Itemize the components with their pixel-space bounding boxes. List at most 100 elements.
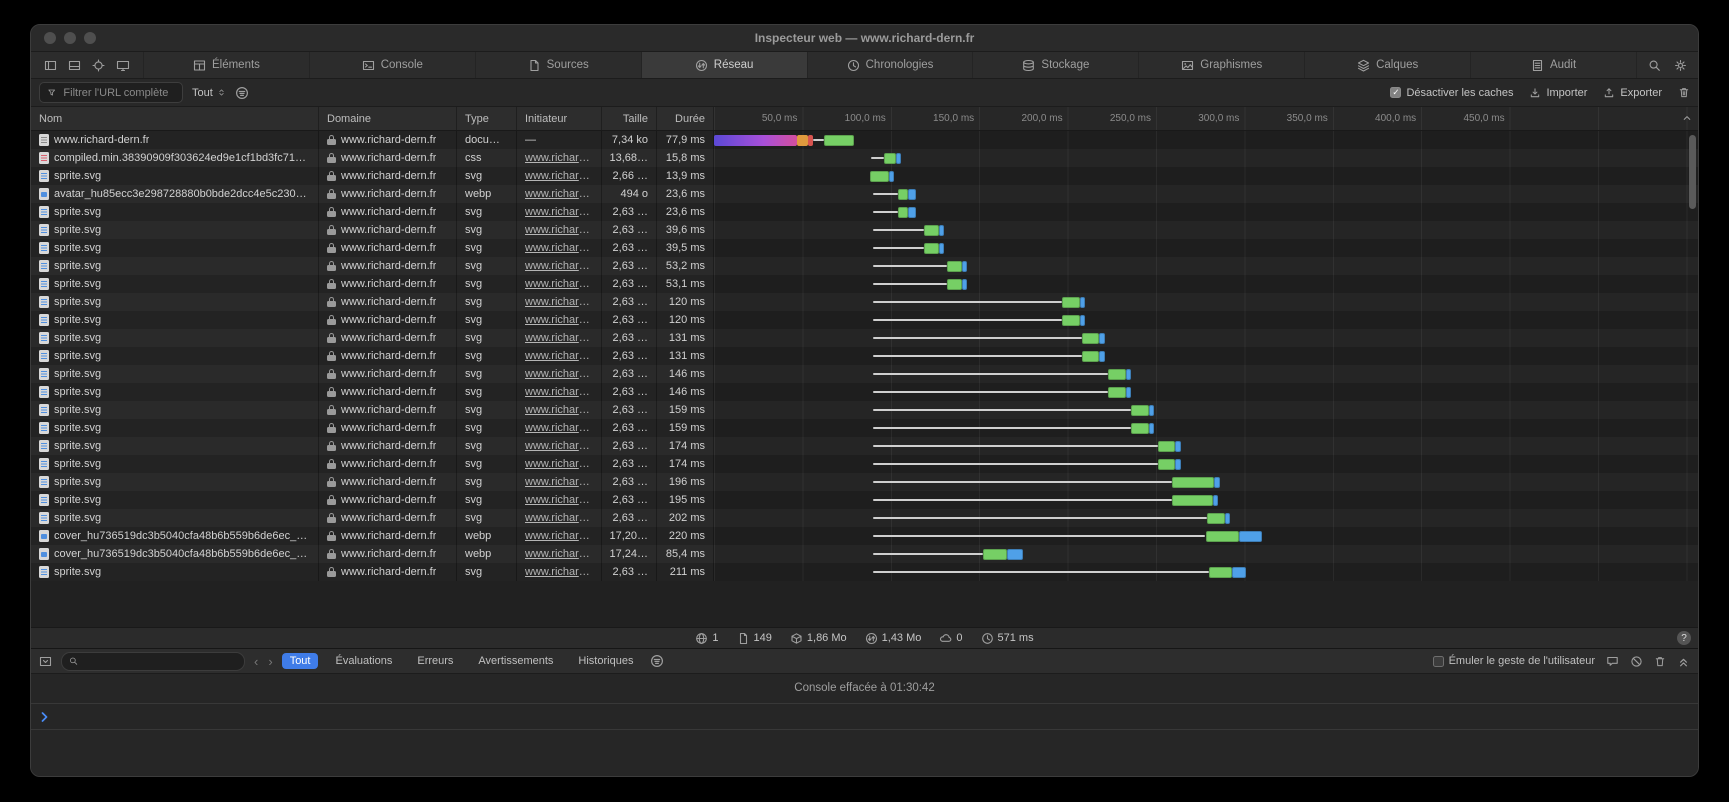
request-initiator-link[interactable]: www.richard-d… [525,206,593,218]
search-icon[interactable] [1648,59,1661,72]
back-arrow-icon[interactable]: ‹ [254,654,258,669]
request-initiator-link[interactable]: www.richard-d… [525,458,593,470]
import-button[interactable]: Importer [1529,87,1587,99]
network-request-row[interactable]: sprite.svg www.richard-dern.fr svg www.r… [31,329,1698,347]
column-header-size[interactable]: Taille [602,107,657,130]
console-search-field[interactable] [61,652,245,671]
request-initiator-link[interactable]: www.richard-d… [525,530,593,542]
url-filter-input[interactable] [61,86,175,100]
request-initiator-link[interactable]: www.richard-d… [525,548,593,560]
tab-sources[interactable]: Sources [475,52,641,78]
console-tab-warnings[interactable]: Avertissements [470,653,561,669]
close-window-button[interactable] [44,32,56,44]
tab-audit[interactable]: Audit [1470,52,1636,78]
network-request-row[interactable]: sprite.svg www.richard-dern.fr svg www.r… [31,455,1698,473]
disable-caches-toggle[interactable]: Désactiver les caches [1390,87,1513,99]
console-tab-errors[interactable]: Erreurs [409,653,461,669]
request-initiator-link[interactable]: www.richard-d… [525,296,593,308]
request-initiator-link[interactable]: www.richard-d… [525,350,593,362]
request-initiator-link[interactable]: www.richard-d… [525,386,593,398]
dock-side-icon[interactable] [44,59,57,72]
network-request-row[interactable]: sprite.svg www.richard-dern.fr svg www.r… [31,509,1698,527]
trash-icon[interactable] [1654,655,1666,668]
expand-console-icon[interactable] [1677,655,1690,668]
emulate-user-gesture-checkbox[interactable] [1433,656,1444,667]
tab-console[interactable]: Console [309,52,475,78]
element-picker-icon[interactable] [92,59,105,72]
request-initiator-link[interactable]: www.richard-d… [525,494,593,506]
column-header-initiator[interactable]: Initiateur [517,107,602,130]
request-initiator-link[interactable]: www.richard-d… [525,422,593,434]
network-request-row[interactable]: sprite.svg www.richard-dern.fr svg www.r… [31,383,1698,401]
network-request-row[interactable]: sprite.svg www.richard-dern.fr svg www.r… [31,419,1698,437]
disable-caches-checkbox[interactable] [1390,87,1401,98]
speech-bubble-icon[interactable] [1606,655,1619,668]
network-request-row[interactable]: sprite.svg www.richard-dern.fr svg www.r… [31,473,1698,491]
tab-storage[interactable]: Stockage [972,52,1138,78]
console-tab-logs[interactable]: Historiques [570,653,641,669]
settings-gear-icon[interactable] [1674,59,1687,72]
emulate-user-gesture-toggle[interactable]: Émuler le geste de l'utilisateur [1433,655,1595,667]
network-request-row[interactable]: sprite.svg www.richard-dern.fr svg www.r… [31,491,1698,509]
request-initiator-link[interactable]: www.richard-d… [525,152,593,164]
request-initiator-link[interactable]: www.richard-d… [525,188,593,200]
request-initiator-link[interactable]: www.richard-d… [525,566,593,578]
request-initiator-link[interactable]: www.richard-d… [525,242,593,254]
network-request-row[interactable]: cover_hu736519dc3b5040cfa48b6b559b6de6ec… [31,527,1698,545]
network-request-row[interactable]: sprite.svg www.richard-dern.fr svg www.r… [31,401,1698,419]
network-request-row[interactable]: sprite.svg www.richard-dern.fr svg www.r… [31,347,1698,365]
vertical-scrollbar-thumb[interactable] [1689,135,1696,209]
request-initiator-link[interactable]: www.richard-d… [525,278,593,290]
minimize-window-button[interactable] [64,32,76,44]
dock-bottom-icon[interactable] [68,59,81,72]
column-header-name[interactable]: Nom [31,107,319,130]
request-initiator-link[interactable]: www.richard-d… [525,224,593,236]
request-initiator-link[interactable]: www.richard-d… [525,476,593,488]
tab-graphics[interactable]: Graphismes [1138,52,1304,78]
network-request-row[interactable]: cover_hu736519dc3b5040cfa48b6b559b6de6ec… [31,545,1698,563]
network-request-row[interactable]: sprite.svg www.richard-dern.fr svg www.r… [31,275,1698,293]
tab-elements[interactable]: Éléments [143,52,309,78]
network-request-row[interactable]: sprite.svg www.richard-dern.fr svg www.r… [31,167,1698,185]
console-tab-all[interactable]: Tout [282,653,319,669]
request-initiator-link[interactable]: www.richard-d… [525,512,593,524]
request-initiator-link[interactable]: www.richard-d… [525,440,593,452]
chevron-up-icon[interactable] [1681,112,1693,124]
trash-icon[interactable] [1678,86,1690,99]
url-filter-field[interactable] [39,82,183,103]
help-button[interactable]: ? [1677,631,1691,645]
tab-timelines[interactable]: Chronologies [807,52,973,78]
network-request-row[interactable]: sprite.svg www.richard-dern.fr svg www.r… [31,437,1698,455]
network-request-row[interactable]: compiled.min.38390909f303624ed9e1cf1bd3f… [31,149,1698,167]
network-request-row[interactable]: www.richard-dern.fr www.richard-dern.fr … [31,131,1698,149]
request-initiator-link[interactable]: www.richard-d… [525,332,593,344]
column-header-domain[interactable]: Domaine [319,107,457,130]
network-request-row[interactable]: sprite.svg www.richard-dern.fr svg www.r… [31,365,1698,383]
console-scope-icon[interactable] [39,655,52,668]
network-request-row[interactable]: avatar_hu85ecc3e298728880b0bde2dcc4e5c23… [31,185,1698,203]
tab-layers[interactable]: Calques [1304,52,1470,78]
network-request-row[interactable]: sprite.svg www.richard-dern.fr svg www.r… [31,563,1698,581]
network-request-row[interactable]: sprite.svg www.richard-dern.fr svg www.r… [31,221,1698,239]
network-request-row[interactable]: sprite.svg www.richard-dern.fr svg www.r… [31,239,1698,257]
request-initiator-link[interactable]: www.richard-d… [525,368,593,380]
request-initiator-link[interactable]: www.richard-d… [525,260,593,272]
tab-network[interactable]: Réseau [641,52,807,78]
network-request-row[interactable]: sprite.svg www.richard-dern.fr svg www.r… [31,311,1698,329]
console-prompt-row[interactable] [31,704,1698,730]
resource-scope-select[interactable]: Tout [192,87,226,99]
request-initiator-link[interactable]: www.richard-d… [525,314,593,326]
network-request-row[interactable]: sprite.svg www.richard-dern.fr svg www.r… [31,293,1698,311]
export-button[interactable]: Exporter [1603,87,1662,99]
network-request-row[interactable]: sprite.svg www.richard-dern.fr svg www.r… [31,257,1698,275]
filter-options-icon[interactable] [235,86,249,100]
clear-console-icon[interactable] [1630,655,1643,668]
console-tab-evaluations[interactable]: Évaluations [327,653,400,669]
console-search-input[interactable] [83,654,237,668]
console-filter-options-icon[interactable] [650,654,664,668]
column-header-duration[interactable]: Durée [657,107,714,130]
network-request-row[interactable]: sprite.svg www.richard-dern.fr svg www.r… [31,203,1698,221]
request-initiator-link[interactable]: www.richard-d… [525,404,593,416]
column-header-type[interactable]: Type [457,107,517,130]
forward-arrow-icon[interactable]: › [268,654,272,669]
